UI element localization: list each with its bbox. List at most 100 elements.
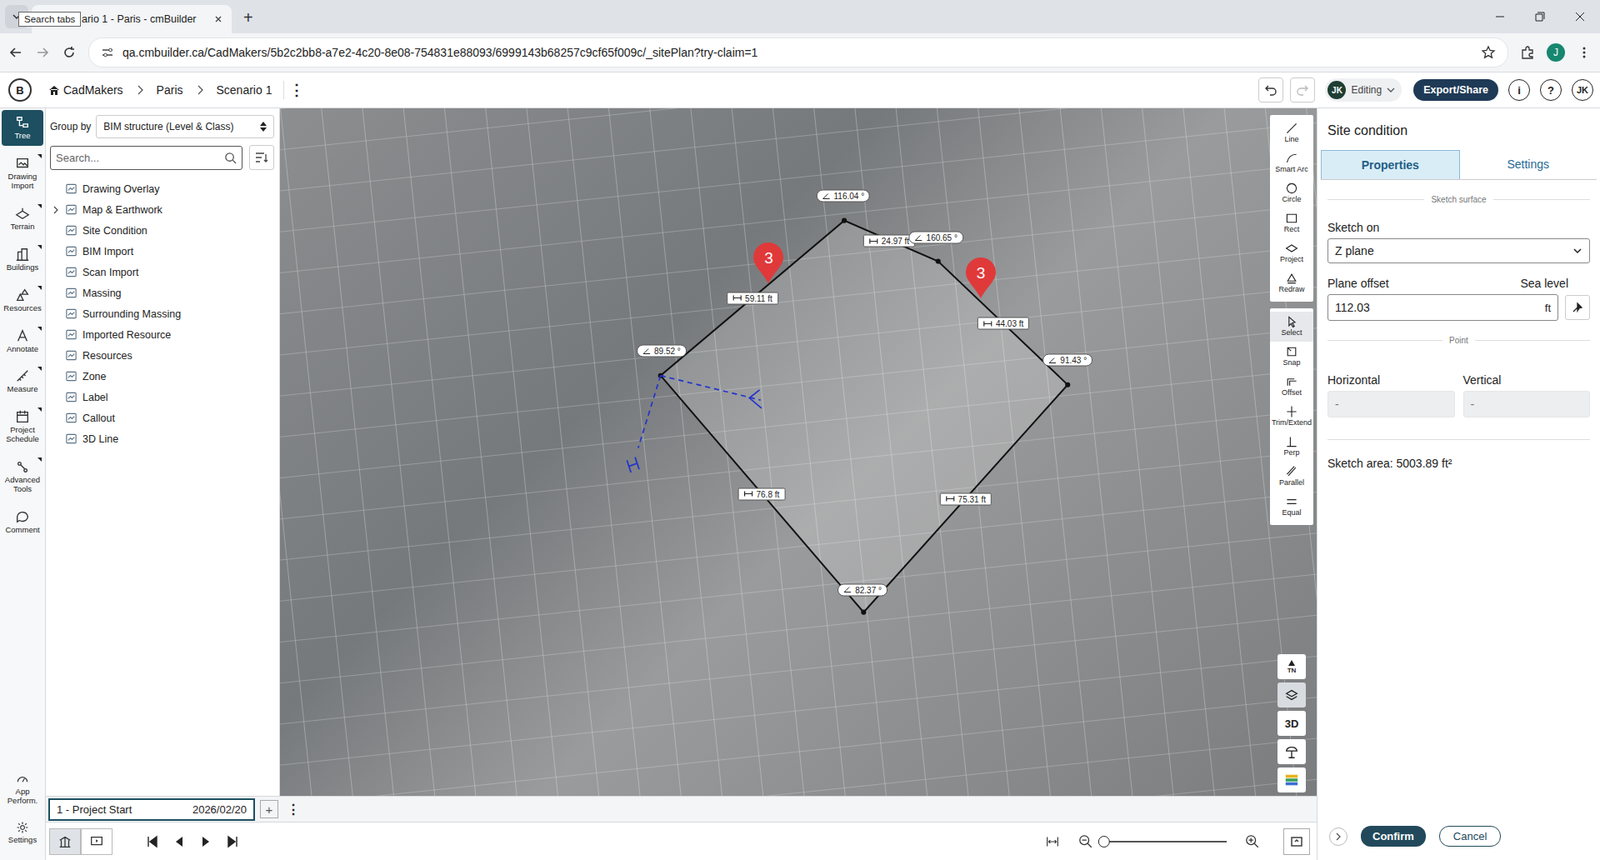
add-phase-button[interactable]: + (260, 800, 279, 819)
horizontal-input[interactable]: - (1327, 390, 1455, 418)
group-by-select[interactable]: BIM structure (Level & Class) (95, 115, 275, 139)
redo-button[interactable] (1290, 77, 1315, 103)
tree-item[interactable]: Map & Earthwork (51, 199, 275, 220)
tree-item[interactable]: Surrounding Massing (51, 303, 275, 325)
dimension-label[interactable]: 91.43 ° (1042, 354, 1093, 367)
reload-icon[interactable] (61, 45, 77, 60)
plane-offset-input[interactable]: 112.03ft (1327, 294, 1559, 321)
tool-button[interactable]: Trim/Extend (1270, 401, 1314, 432)
tree-item[interactable]: Scan Import (51, 261, 275, 283)
address-bar[interactable]: qa.cmbuilder.ca/CadMakers/5b2c2bb8-a7e2-… (88, 37, 1509, 68)
view-button[interactable]: 3D (1277, 710, 1306, 736)
tree-item[interactable]: Zone (51, 365, 275, 387)
tree-item[interactable]: 3D Line (51, 428, 275, 450)
browser-menu-icon[interactable] (1576, 45, 1592, 60)
phase-item[interactable]: 1 - Project Start2026/02/20 (48, 798, 255, 821)
rail-item[interactable]: Measure (1, 363, 44, 400)
rail-item[interactable]: Advanced Tools (1, 454, 44, 500)
site-sketch[interactable] (280, 108, 1317, 796)
cancel-button[interactable]: Cancel (1439, 825, 1501, 847)
dimension-label[interactable]: 24.97 ft (863, 235, 915, 248)
forward-icon[interactable] (35, 45, 50, 60)
dimension-label[interactable]: 75.31 ft (940, 492, 992, 505)
tree-item[interactable]: Imported Resource (51, 324, 275, 345)
view-button[interactable] (1277, 739, 1306, 765)
tree-item[interactable]: Massing (51, 282, 275, 304)
rail-item[interactable]: Comment (1, 504, 44, 540)
tool-button[interactable]: Snap (1270, 341, 1314, 372)
rail-item[interactable]: App Perform. (1, 767, 44, 811)
expand-toggle[interactable] (51, 205, 60, 215)
rail-item[interactable]: Project Schedule (1, 404, 44, 450)
skip-end-icon[interactable] (225, 835, 240, 849)
export-share-button[interactable]: Export/Share (1413, 79, 1499, 101)
tree-item[interactable]: Callout (51, 407, 275, 429)
site-settings-icon[interactable] (100, 45, 115, 60)
expand-panel-button[interactable] (1329, 827, 1348, 846)
tool-button[interactable]: Project (1270, 238, 1314, 269)
info-button[interactable]: i (1508, 79, 1530, 101)
new-tab-button[interactable]: + (238, 7, 259, 29)
vertical-input[interactable]: - (1463, 390, 1591, 418)
tree-item[interactable]: Label (51, 386, 275, 408)
breadcrumb-item[interactable]: Paris (156, 83, 184, 97)
project-menu-button[interactable]: ⋮ (283, 80, 310, 100)
play-icon[interactable] (199, 835, 213, 849)
dimension-label[interactable]: 44.03 ft (977, 317, 1030, 330)
user-avatar[interactable]: JK (1571, 79, 1594, 101)
panel-tab[interactable]: Properties (1320, 150, 1460, 180)
map-canvas[interactable]: 116.04 ° 24.97 ft160.65 ° 59.11 ft 44.03 ft… (280, 108, 1317, 796)
view-button[interactable] (1277, 767, 1306, 793)
dimension-label[interactable]: 160.65 ° (909, 231, 964, 245)
help-button[interactable]: ? (1540, 79, 1562, 101)
back-icon[interactable] (8, 45, 24, 60)
rail-item[interactable]: Drawing Import (1, 150, 44, 196)
star-icon[interactable] (1480, 45, 1496, 60)
phase-menu-button[interactable]: ⋮ (283, 801, 304, 818)
dimension-label[interactable]: 82.37 ° (837, 583, 888, 596)
breadcrumb-item[interactable]: CadMakers (48, 83, 124, 97)
rail-item[interactable]: Terrain (1, 200, 44, 237)
zoom-in-icon[interactable] (1245, 834, 1260, 850)
minimize-button[interactable] (1480, 0, 1520, 34)
tool-button[interactable]: Perp (1270, 431, 1314, 462)
tree-search[interactable]: Search... (50, 145, 243, 170)
tool-button[interactable]: Circle (1270, 178, 1314, 209)
tool-button[interactable]: Parallel (1270, 461, 1314, 492)
comment-marker[interactable]: 3 (964, 257, 998, 300)
view-button[interactable] (1277, 682, 1306, 708)
zoom-slider[interactable] (1101, 835, 1227, 849)
tree-item[interactable]: Drawing Overlay (51, 178, 275, 200)
rail-item[interactable]: Buildings (1, 241, 44, 278)
dimension-label[interactable]: 89.52 ° (636, 345, 687, 358)
pick-elevation-button[interactable] (1565, 295, 1590, 320)
breadcrumb-item[interactable]: Scenario 1 (216, 83, 273, 97)
rail-item[interactable]: Tree (1, 110, 44, 146)
rail-item[interactable]: Resources (1, 282, 44, 319)
restore-button[interactable] (1520, 0, 1560, 34)
skip-start-icon[interactable] (145, 835, 160, 849)
view-button[interactable]: TN (1277, 654, 1306, 680)
dimension-label[interactable]: 116.04 ° (816, 190, 871, 203)
slider-knob[interactable] (1098, 835, 1110, 848)
sketch-on-select[interactable]: Z plane (1327, 238, 1590, 264)
step-back-icon[interactable] (172, 835, 186, 849)
zoom-out-icon[interactable] (1078, 834, 1094, 850)
view-toggle[interactable] (80, 828, 113, 855)
tree-item[interactable]: BIM Import (51, 240, 275, 262)
tool-button[interactable]: Redraw (1270, 268, 1314, 299)
tool-button[interactable]: Smart Arc (1270, 148, 1314, 179)
mode-dropdown[interactable]: JKEditing (1325, 78, 1402, 102)
panel-tab[interactable]: Settings (1460, 150, 1598, 180)
dimension-label[interactable]: 59.11 ft (726, 291, 779, 305)
tool-button[interactable]: Select (1270, 311, 1314, 342)
view-toggle[interactable] (49, 828, 81, 855)
tool-button[interactable]: Offset (1270, 371, 1314, 402)
tree-item[interactable]: Resources (51, 345, 275, 366)
tree-item[interactable]: Site Condition (51, 220, 275, 241)
tool-button[interactable]: Rect (1270, 208, 1314, 239)
tool-button[interactable]: Line (1270, 118, 1314, 149)
dimension-label[interactable]: 76.8 ft (738, 487, 786, 500)
comment-marker[interactable]: 3 (751, 242, 785, 285)
close-icon[interactable] (213, 14, 224, 25)
